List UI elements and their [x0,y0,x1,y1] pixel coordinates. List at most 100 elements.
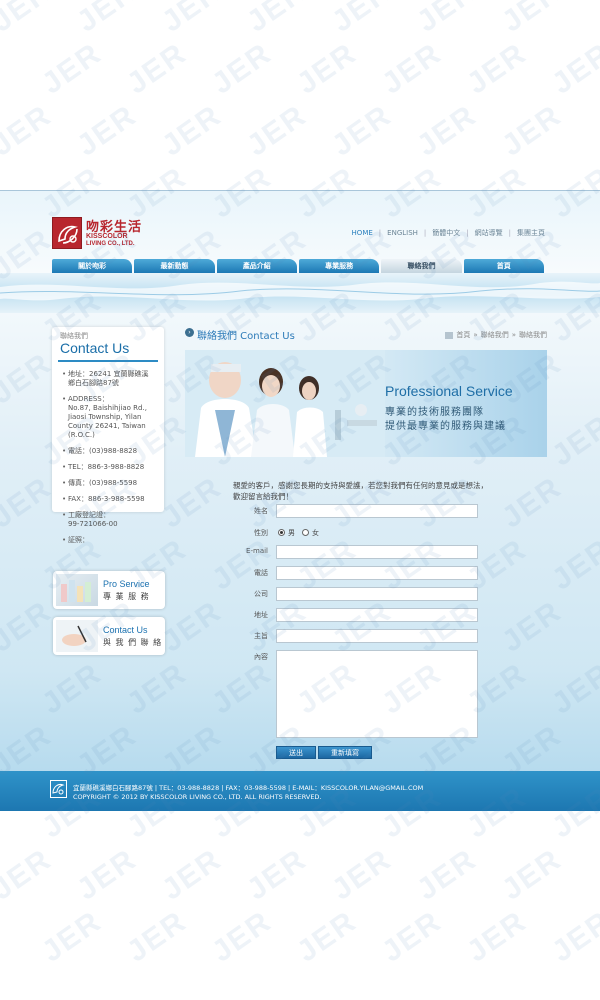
breadcrumb-separator: » [473,331,478,339]
watermark-text: JER [156,842,228,907]
hero-banner: Professional Service 專業的技術服務團隊 提供最專業的服務與… [185,350,547,457]
contact-address-en: ADDRESS： No.87, Baishihjiao Rd., Jiaosi … [62,395,160,440]
contact-label: 電話：(03)988-8828 [68,447,138,455]
name-input[interactable] [276,504,478,518]
separator: | [378,229,382,237]
contact-label: FAX：886-3-988-5598 [68,495,145,503]
form-row-email: E-mail [236,545,481,559]
toplink-home[interactable]: HOME [352,229,373,237]
logo[interactable]: 吻彩生活 KISSCOLOR LIVING CO., LTD. [52,217,162,251]
nav-item-products[interactable]: 產品介紹 [216,259,297,273]
email-label: E-mail [246,547,268,555]
company-label: 公司 [254,590,268,598]
submit-button[interactable]: 送出 [276,746,316,759]
toplink-simplified-chinese[interactable]: 簡體中文 [432,228,460,238]
watermark-text: JER [206,904,278,969]
footer-copyright: COPYRIGHT © 2012 BY KISSCOLOR LIVING CO.… [73,793,322,801]
watermark-text: JER [241,842,313,907]
watermark-text: JER [461,904,533,969]
subject-input[interactable] [276,629,478,643]
company-input[interactable] [276,587,478,601]
content-label: 內容 [254,653,268,661]
phone-label: 電話 [254,569,268,577]
watermark-text: JER [326,842,398,907]
page-title: 聯絡我們 Contact Us [197,331,295,342]
content-textarea[interactable] [276,650,478,738]
watermark-text: JER [71,0,143,39]
gender-label: 性別 [254,529,268,537]
contact-fax-en: FAX：886-3-988-5598 [62,495,160,504]
gender-female-radio[interactable] [302,529,309,536]
name-label: 姓名 [254,507,268,515]
form-row-name: 姓名 [236,504,481,518]
site-container: 吻彩生活 KISSCOLOR LIVING CO., LTD. HOME | E… [0,190,600,811]
watermark-text: JER [496,98,568,163]
watermark-text: JER [411,98,483,163]
contact-fax-cn: 傳真：(03)988-5598 [62,479,160,488]
watermark-text: JER [411,0,483,39]
sidebar-title: Contact Us [60,340,130,356]
watermark-text: JER [546,904,600,969]
separator: | [508,229,511,237]
form-row-phone: 電話 [236,566,481,580]
phone-input[interactable] [276,566,478,580]
breadcrumb-home[interactable]: 首頁 [456,330,470,340]
toplink-english[interactable]: ENGLISH [387,229,418,237]
contact-label: 傳真：(03)988-5598 [68,479,138,487]
watermark-text: JER [121,904,193,969]
contact-label: 地址：26241 宜蘭縣礁溪 [68,370,149,378]
toplink-group-home[interactable]: 集團主頁 [517,228,545,238]
logo-text-en: KISSCOLOR [86,233,128,240]
watermark-text: JER [71,842,143,907]
banner-pro-service[interactable]: Pro Service 專 業 服 務 [53,571,165,609]
nav-item-about[interactable]: 關於吻彩 [52,259,133,273]
intro-text: 親愛的客戶，感謝您長期的支持與愛護，若您對我們有任何的意見或是想法，歡迎留言給我… [233,481,488,501]
watermark-text: JER [71,98,143,163]
gender-male-radio[interactable] [278,529,285,536]
gender-female-label: 女 [312,529,319,537]
contact-phone-en: TEL：886-3-988-8828 [62,463,160,472]
watermark-text: JER [461,36,533,101]
water-decoration [0,273,600,313]
main-nav: 關於吻彩 最新動態 產品介紹 專業服務 聯絡我們 首頁 [52,259,544,273]
watermark-text: JER [496,842,568,907]
sidebar-contact: 聯絡我們 Contact Us 地址：26241 宜蘭縣礁溪 鄉白石腳路87號 … [52,327,164,545]
watermark-text: JER [326,98,398,163]
footer-contact-line: 宜蘭縣礁溪鄉白石腳路87號 | TEL：03-988-8828 | FAX：03… [73,784,424,792]
watermark-text: JER [376,904,448,969]
contact-info-list: 地址：26241 宜蘭縣礁溪 鄉白石腳路87號 ADDRESS： No.87, … [62,370,160,552]
nav-item-news[interactable]: 最新動態 [134,259,215,273]
watermark-text: JER [546,36,600,101]
contact-value: 鄉白石腳路87號 [68,379,119,387]
contact-label: TEL：886-3-988-8828 [68,463,145,471]
email-input[interactable] [276,545,478,559]
contact-factory-reg: 工廠登記證： 99-721066-00 [62,511,160,529]
breadcrumb-current: 聯絡我們 [519,331,547,339]
reset-button[interactable]: 重新填寫 [318,746,372,759]
banner-title-cn: 與 我 們 聯 絡 [103,638,163,647]
logo-mark-icon [52,217,82,249]
breadcrumb-section[interactable]: 聯絡我們 [481,330,509,340]
watermark-text: JER [241,98,313,163]
watermark-text: JER [0,98,58,163]
contact-label: 工廠登記證： [68,511,110,519]
separator: | [423,229,427,237]
lab-scientists-image [185,350,385,457]
nav-item-contact[interactable]: 聯絡我們 [381,259,462,273]
contact-phone-cn: 電話：(03)988-8828 [62,447,160,456]
watermark-text: JER [376,36,448,101]
footer-logo-icon [50,780,67,798]
breadcrumb: 首頁 » 聯絡我們 » 聯絡我們 [445,330,547,340]
nav-item-home[interactable]: 首頁 [463,259,544,273]
separator: | [466,229,469,237]
banner-contact-us[interactable]: Contact Us 與 我 們 聯 絡 [53,617,165,655]
footer: 宜蘭縣礁溪鄉白石腳路87號 | TEL：03-988-8828 | FAX：03… [0,771,600,811]
toplink-sitemap[interactable]: 網站導覽 [475,228,503,238]
hero-title: Professional Service [385,383,513,399]
address-input[interactable] [276,608,478,622]
chevron-right-icon: › [185,328,194,337]
subject-label: 主旨 [254,632,268,640]
watermark-text: JER [156,98,228,163]
nav-item-services[interactable]: 專業服務 [298,259,380,273]
watermark-text: JER [291,904,363,969]
